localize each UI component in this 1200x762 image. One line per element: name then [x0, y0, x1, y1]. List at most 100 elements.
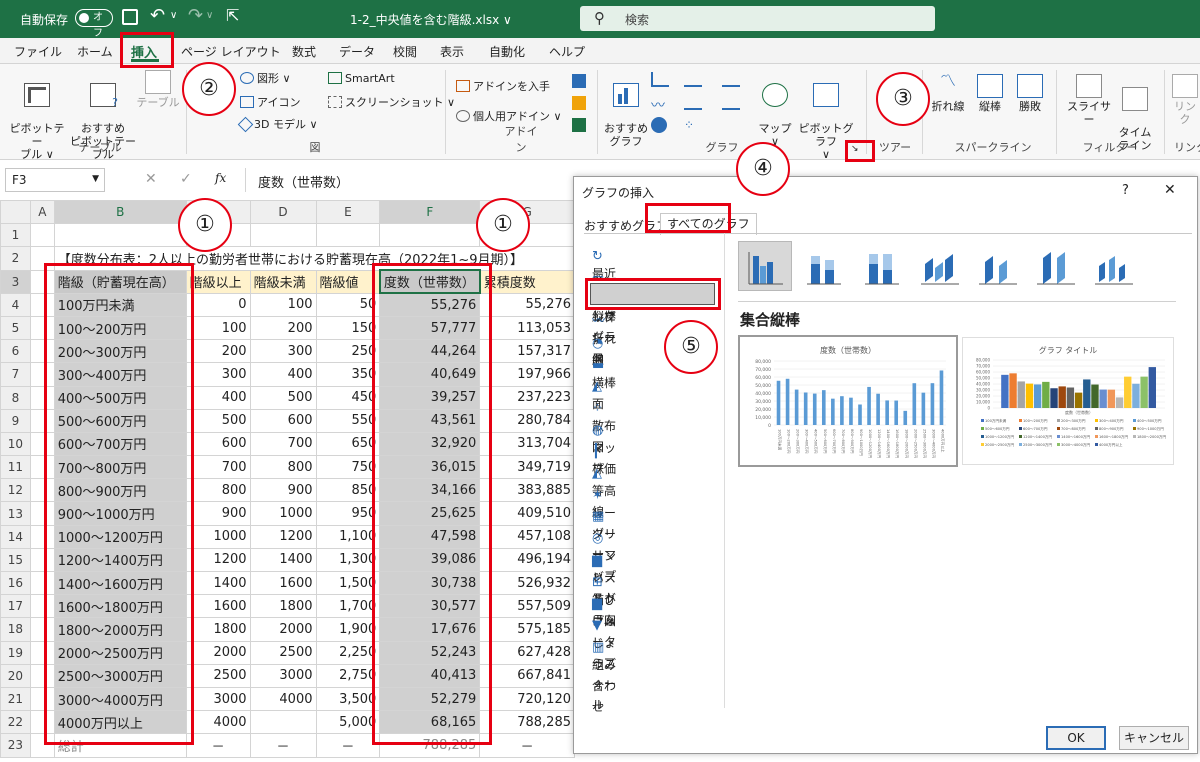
- subtype-3d-percent-stacked-column[interactable]: [1028, 241, 1082, 291]
- bing-icon[interactable]: [572, 96, 586, 110]
- midpoint-cell[interactable]: 3,500: [315, 686, 381, 712]
- midpoint-cell[interactable]: 2,750: [315, 663, 381, 688]
- cell[interactable]: [29, 223, 55, 248]
- chart-preview-2[interactable]: グラフ タイトル 80,000 70,000 60,000 50,000 40,000 3…: [962, 337, 1174, 465]
- cumulative-cell[interactable]: －: [479, 733, 575, 758]
- midpoint-cell[interactable]: －: [315, 733, 381, 758]
- my-addins-button[interactable]: 個人用アドイン ∨: [456, 110, 562, 124]
- waterfall-chart-icon[interactable]: [722, 72, 740, 87]
- row-header[interactable]: 21: [0, 686, 31, 712]
- combo-chart-icon[interactable]: [722, 95, 740, 110]
- chart-type-item[interactable]: ▥ 組み合わせ: [592, 634, 616, 714]
- lower-bound-cell[interactable]: 300: [185, 362, 251, 387]
- row-header[interactable]: 3: [0, 269, 31, 294]
- row-header[interactable]: 10: [0, 431, 31, 457]
- midpoint-cell[interactable]: 2,250: [315, 640, 381, 665]
- column-header-a[interactable]: A: [29, 200, 55, 225]
- midpoint-cell[interactable]: 5,000: [315, 710, 381, 735]
- cumulative-cell[interactable]: 627,428: [479, 640, 575, 665]
- tab-formulas[interactable]: 数式: [292, 43, 316, 60]
- row-header[interactable]: 11: [0, 455, 31, 480]
- tab-view[interactable]: 表示: [440, 43, 464, 60]
- subtype-3d-column[interactable]: [1086, 241, 1140, 291]
- row-header[interactable]: 23: [0, 733, 31, 758]
- maps-button[interactable]: マップ ∨: [756, 70, 794, 148]
- search-box[interactable]: ⚲ 検索: [580, 6, 935, 31]
- chart-type-item[interactable]: ✶レーダー: [592, 482, 616, 541]
- column-chart-icon[interactable]: [651, 72, 669, 87]
- cumulative-cell[interactable]: 409,510: [479, 501, 575, 526]
- pivot-table-button[interactable]: ピボットテー ブル ∨: [6, 70, 68, 161]
- chart-type-item[interactable]: ◍マップ: [592, 417, 616, 476]
- cumulative-cell[interactable]: 113,053: [479, 315, 575, 341]
- row-header[interactable]: 16: [0, 570, 31, 596]
- name-box[interactable]: F3 ▼: [5, 168, 105, 192]
- midpoint-cell[interactable]: 550: [315, 408, 381, 433]
- table-button[interactable]: テーブル: [136, 70, 180, 109]
- column-header-e[interactable]: E: [315, 200, 381, 225]
- sparkline-column-button[interactable]: 縦棒: [972, 74, 1008, 113]
- upper-bound-cell[interactable]: 1800: [249, 594, 317, 619]
- people-graph-icon[interactable]: [572, 118, 586, 132]
- lower-bound-cell[interactable]: 1200: [185, 547, 251, 573]
- cell[interactable]: [249, 223, 317, 248]
- lower-bound-cell[interactable]: 1600: [185, 594, 251, 619]
- cell[interactable]: [379, 223, 481, 248]
- lower-bound-cell[interactable]: 0: [185, 292, 251, 317]
- cumulative-cell[interactable]: 788,285: [479, 710, 575, 735]
- row-header[interactable]: 17: [0, 594, 31, 619]
- cumulative-cell[interactable]: 526,932: [479, 570, 575, 596]
- cumulative-cell[interactable]: 237,223: [479, 385, 575, 410]
- midpoint-cell[interactable]: 250: [315, 339, 381, 364]
- cumulative-cell[interactable]: 557,509: [479, 594, 575, 619]
- midpoint-cell[interactable]: 1,900: [315, 617, 381, 642]
- row-header[interactable]: 14: [0, 524, 31, 549]
- lower-bound-cell[interactable]: 4000: [185, 710, 251, 735]
- upper-bound-cell[interactable]: 1000: [249, 501, 317, 526]
- lower-bound-cell[interactable]: 1400: [185, 570, 251, 596]
- row-header[interactable]: 8: [0, 385, 31, 410]
- midpoint-cell[interactable]: 950: [315, 501, 381, 526]
- lower-bound-cell[interactable]: 800: [185, 478, 251, 503]
- subtype-3d-clustered-column[interactable]: [912, 241, 966, 291]
- cumulative-cell[interactable]: 667,841: [479, 663, 575, 688]
- row-header[interactable]: 2: [0, 246, 31, 271]
- cumulative-cell[interactable]: 280,784: [479, 408, 575, 433]
- cumulative-cell[interactable]: 457,108: [479, 524, 575, 549]
- pointer-icon[interactable]: ⇱: [226, 6, 239, 25]
- select-all-corner[interactable]: [0, 200, 31, 225]
- row-header[interactable]: 20: [0, 663, 31, 688]
- cumulative-cell[interactable]: 313,704: [479, 431, 575, 457]
- lower-bound-cell[interactable]: 900: [185, 501, 251, 526]
- icons-button[interactable]: アイコン: [240, 96, 300, 110]
- midpoint-cell[interactable]: 750: [315, 455, 381, 480]
- lower-bound-cell[interactable]: 2000: [185, 640, 251, 665]
- undo-icon[interactable]: ↶: [150, 5, 165, 26]
- chart-type-item[interactable]: ┃株価: [592, 438, 616, 476]
- upper-bound-cell[interactable]: 3000: [249, 663, 317, 688]
- shapes-button[interactable]: 図形 ∨: [240, 72, 291, 86]
- lower-bound-cell[interactable]: －: [185, 733, 251, 758]
- cancel-icon[interactable]: ✕: [145, 171, 157, 187]
- row-header[interactable]: 1: [0, 223, 31, 248]
- enter-icon[interactable]: ✓: [180, 171, 192, 187]
- cumulative-cell[interactable]: 575,185: [479, 617, 575, 642]
- lower-bound-cell[interactable]: 2500: [185, 663, 251, 688]
- sparkline-line-button[interactable]: 〽 折れ線: [928, 73, 968, 114]
- statistic-chart-icon[interactable]: [684, 95, 702, 110]
- cumulative-cell[interactable]: 496,194: [479, 547, 575, 573]
- cancel-button[interactable]: キャンセル: [1119, 726, 1189, 750]
- midpoint-cell[interactable]: 1,100: [315, 524, 381, 549]
- tab-page-layout[interactable]: ページ レイアウト: [181, 43, 281, 60]
- close-button[interactable]: ✕: [1164, 182, 1176, 198]
- screenshot-button[interactable]: スクリーンショット ∨: [328, 96, 455, 110]
- sparkline-winloss-button[interactable]: 勝敗: [1012, 74, 1048, 113]
- get-addins-button[interactable]: アドインを入手: [456, 80, 550, 94]
- cumulative-cell[interactable]: 157,317: [479, 339, 575, 364]
- tab-help[interactable]: ヘルプ: [549, 43, 585, 60]
- chart-type-item[interactable]: ◔円: [592, 330, 616, 368]
- midpoint-cell[interactable]: 350: [315, 362, 381, 387]
- midpoint-cell[interactable]: 150: [315, 315, 381, 341]
- upper-bound-cell[interactable]: 4000: [249, 686, 317, 712]
- lower-bound-cell[interactable]: 600: [185, 431, 251, 457]
